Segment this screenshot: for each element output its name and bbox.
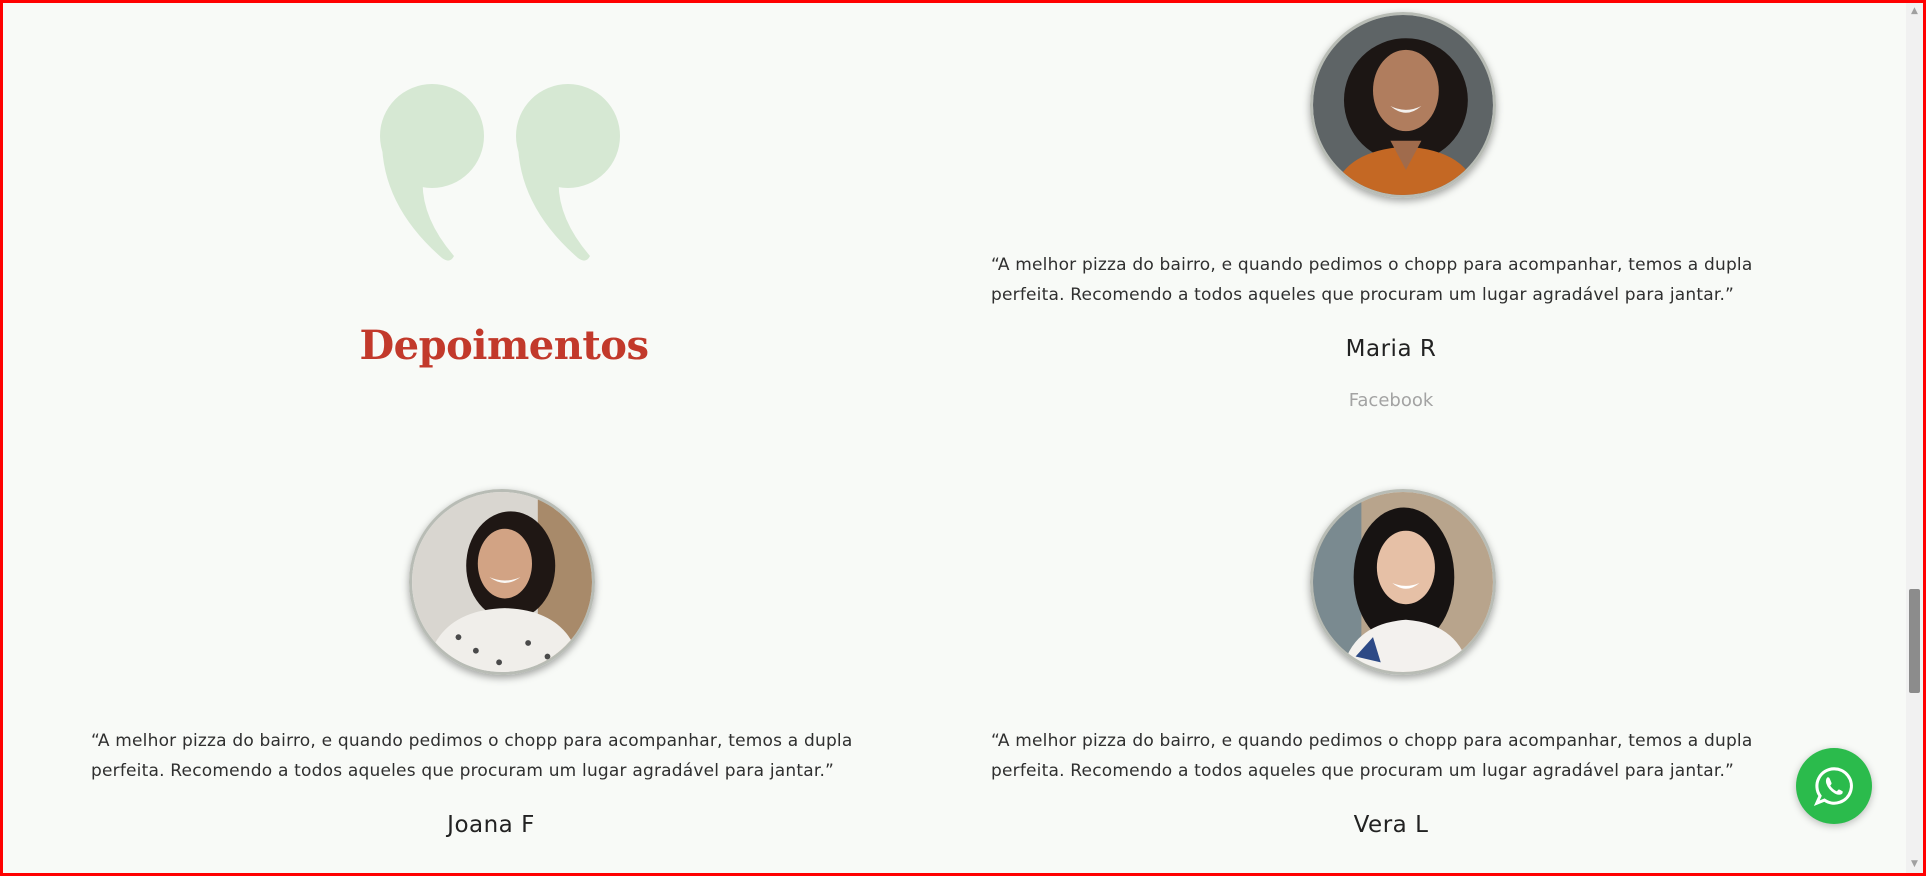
- testimonial-author: Vera L: [1353, 812, 1429, 838]
- section-title: Depoimentos: [359, 322, 649, 369]
- testimonial-quote: “A melhor pizza do bairro, e quando pedi…: [991, 731, 1753, 781]
- scroll-down-arrow-icon[interactable]: ▼: [1906, 856, 1923, 873]
- testimonial-author: Joana F: [447, 812, 535, 838]
- avatar: [1310, 12, 1496, 198]
- testimonial-quote: “A melhor pizza do bairro, e quando pedi…: [991, 255, 1753, 305]
- scrollbar[interactable]: ▲ ▼: [1906, 3, 1923, 873]
- whatsapp-button[interactable]: [1796, 748, 1872, 824]
- avatar: [1310, 489, 1496, 675]
- testimonial-author: Maria R: [1345, 336, 1437, 362]
- scroll-up-arrow-icon[interactable]: ▲: [1906, 3, 1923, 20]
- scroll-thumb[interactable]: [1909, 589, 1920, 693]
- testimonial-source: Facebook: [1348, 390, 1434, 411]
- quote-icon: [380, 84, 630, 264]
- avatar: [409, 489, 595, 675]
- whatsapp-icon: [1813, 767, 1853, 807]
- testimonial-quote: “A melhor pizza do bairro, e quando pedi…: [91, 731, 853, 781]
